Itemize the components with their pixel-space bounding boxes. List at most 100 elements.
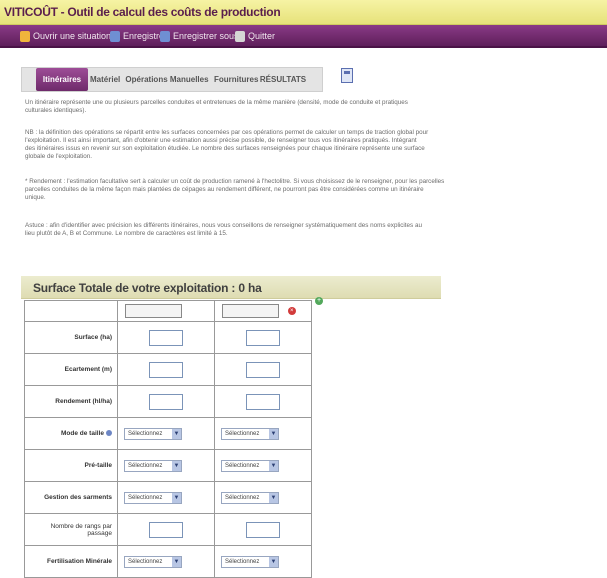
menu-save-as[interactable]: Enregistrer sous	[160, 29, 239, 43]
rendement-input-2	[214, 385, 312, 418]
nombre-rangs-input-2	[214, 513, 312, 546]
row-label-mode-taille: Mode de taille	[24, 417, 118, 450]
paragraph-line: Astuce : afin d'identifier avec précisio…	[25, 222, 422, 229]
chevron-down-icon: ▼	[269, 556, 278, 567]
paragraph-line: * Rendement : l'estimation facultative s…	[25, 178, 445, 185]
surface-input-1	[117, 321, 215, 354]
column-1-header	[117, 300, 215, 322]
table-row: Nombre de rangs par passage	[24, 513, 312, 546]
main-menu-bar: Ouvrir une situation Enregistrer Enregis…	[0, 25, 607, 48]
header-empty-cell	[24, 300, 118, 322]
tab-itineraires[interactable]: Itinéraires	[36, 68, 88, 91]
select-value: Sélectionnez	[225, 462, 260, 469]
text-input[interactable]	[246, 393, 280, 410]
dropdown-select[interactable]: Sélectionnez ▼	[124, 427, 182, 440]
rendement-input-1	[117, 385, 215, 418]
itineraire-name-input-2[interactable]	[222, 304, 279, 318]
mode-taille-select-1: Sélectionnez ▼	[117, 417, 215, 450]
paragraph-line: culturales identiques).	[25, 107, 87, 114]
table-row: Ecartement (m)	[24, 353, 312, 386]
menu-save[interactable]: Enregistrer	[110, 29, 167, 43]
section-tabs: Itinéraires Matériel Opérations Manuelle…	[21, 67, 323, 92]
calculator-icon[interactable]	[341, 68, 353, 83]
delete-column-icon[interactable]: ×	[287, 307, 296, 315]
table-header-row: ×	[24, 300, 312, 322]
info-paragraph-1: Un itinéraire représente une ou plusieur…	[25, 99, 570, 115]
paragraph-line: globale de l'exploitation.	[25, 153, 93, 160]
menu-open-situation[interactable]: Ouvrir une situation	[20, 29, 111, 43]
dropdown-select[interactable]: Sélectionnez ▼	[221, 491, 279, 504]
fertilisation-select-2: Sélectionnez ▼	[214, 545, 312, 578]
save-as-icon	[160, 30, 170, 42]
table-row: Gestion des sarments Sélectionnez ▼ Sélec…	[24, 481, 312, 514]
dropdown-select[interactable]: Sélectionnez ▼	[124, 459, 182, 472]
dropdown-select[interactable]: Sélectionnez ▼	[221, 459, 279, 472]
paragraph-line: parcelles conduites de la même façon mai…	[25, 186, 424, 193]
chevron-down-icon: ▼	[269, 460, 278, 471]
row-label-rendement: Rendement (hl/ha)	[24, 385, 118, 418]
exit-icon	[235, 30, 245, 42]
itineraire-table: × Surface (ha) Ecartement (m) Rendement …	[24, 300, 312, 578]
tab-resultats[interactable]: RÉSULTATS	[258, 68, 308, 91]
select-value: Sélectionnez	[225, 430, 260, 437]
surface-total-header: Surface Totale de votre exploitation : 0…	[21, 276, 441, 299]
row-label-gestion-sarments: Gestion des sarments	[24, 481, 118, 514]
pre-taille-select-2: Sélectionnez ▼	[214, 449, 312, 482]
app-title-bar: VITICOÛT - Outil de calcul des coûts de …	[0, 0, 607, 25]
text-input[interactable]	[246, 521, 280, 538]
select-value: Sélectionnez	[128, 430, 163, 437]
save-icon	[110, 30, 120, 42]
info-paragraph-2: NB : la définition des opérations se rép…	[25, 129, 570, 161]
text-input[interactable]	[149, 329, 183, 346]
paragraph-line: NB : la définition des opérations se rép…	[25, 129, 429, 136]
menu-quit-label: Quitter	[248, 31, 276, 41]
text-input[interactable]	[246, 329, 280, 346]
select-value: Sélectionnez	[128, 462, 163, 469]
chevron-down-icon: ▼	[172, 428, 181, 439]
chevron-down-icon: ▼	[172, 556, 181, 567]
select-value: Sélectionnez	[225, 558, 260, 565]
text-input[interactable]	[149, 361, 183, 378]
dropdown-select[interactable]: Sélectionnez ▼	[124, 555, 182, 568]
table-row: Pré-taille Sélectionnez ▼ Sélectionnez ▼	[24, 449, 312, 482]
chevron-down-icon: ▼	[172, 460, 181, 471]
text-input[interactable]	[149, 393, 183, 410]
ecartement-input-1	[117, 353, 215, 386]
column-2-header: ×	[214, 300, 312, 322]
row-label-fertilisation: Fertilisation Minérale	[24, 545, 118, 578]
chevron-down-icon: ▼	[172, 492, 181, 503]
gestion-sarments-select-1: Sélectionnez ▼	[117, 481, 215, 514]
paragraph-line: l'exploitation. Il est ainsi important, …	[25, 137, 417, 144]
row-label-nombre-rangs: Nombre de rangs par passage	[24, 513, 118, 546]
add-column-icon[interactable]: +	[315, 297, 323, 305]
tab-materiel[interactable]: Matériel	[90, 68, 120, 91]
fertilisation-select-1: Sélectionnez ▼	[117, 545, 215, 578]
app-title: VITICOÛT - Outil de calcul des coûts de …	[4, 5, 281, 19]
chevron-down-icon: ▼	[269, 492, 278, 503]
tab-fournitures[interactable]: Fournitures	[214, 68, 258, 91]
row-label-pre-taille: Pré-taille	[24, 449, 118, 482]
itineraire-name-input-1[interactable]	[125, 304, 182, 318]
dropdown-select[interactable]: Sélectionnez ▼	[124, 491, 182, 504]
pre-taille-select-1: Sélectionnez ▼	[117, 449, 215, 482]
text-input[interactable]	[149, 521, 183, 538]
tab-operations-manuelles[interactable]: Opérations Manuelles	[123, 68, 211, 91]
paragraph-line: unique.	[25, 194, 46, 201]
row-label-ecartement: Ecartement (m)	[24, 353, 118, 386]
menu-quit[interactable]: Quitter	[235, 29, 275, 43]
mode-taille-select-2: Sélectionnez ▼	[214, 417, 312, 450]
menu-save-as-label: Enregistrer sous	[173, 31, 239, 41]
dropdown-select[interactable]: Sélectionnez ▼	[221, 427, 279, 440]
surface-total-label: Surface Totale de votre exploitation : 0…	[33, 281, 262, 295]
surface-input-2	[214, 321, 312, 354]
table-row: Fertilisation Minérale Sélectionnez ▼ Sél…	[24, 545, 312, 578]
row-label-surface: Surface (ha)	[24, 321, 118, 354]
nombre-rangs-input-1	[117, 513, 215, 546]
chevron-down-icon: ▼	[269, 428, 278, 439]
folder-icon	[20, 30, 30, 42]
text-input[interactable]	[246, 361, 280, 378]
help-icon[interactable]	[106, 430, 112, 437]
dropdown-select[interactable]: Sélectionnez ▼	[221, 555, 279, 568]
info-paragraph-3: * Rendement : l'estimation facultative s…	[25, 178, 570, 202]
select-value: Sélectionnez	[225, 494, 260, 501]
